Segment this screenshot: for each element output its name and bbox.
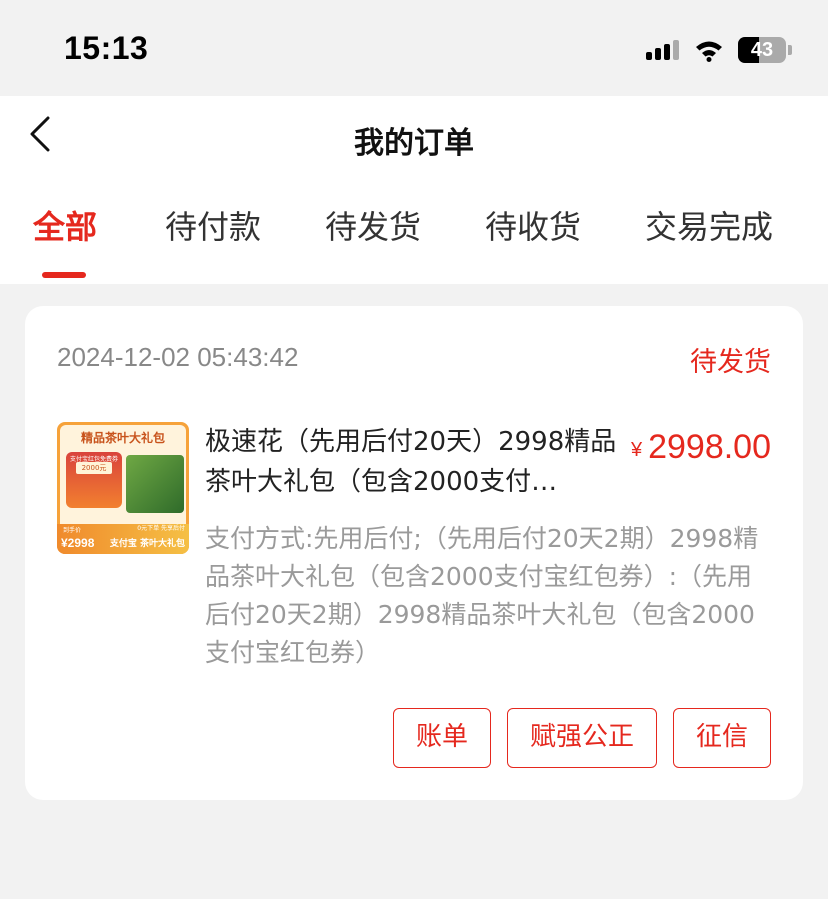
order-actions: 账单 赋强公正 征信 xyxy=(392,708,771,768)
page-title: 我的订单 xyxy=(354,126,474,161)
tab-completed[interactable]: 交易完成 xyxy=(645,202,773,248)
header: 我的订单 全部 待付款 待发货 待收货 交易完成 xyxy=(0,96,828,284)
order-card[interactable]: 2024-12-02 05:43:42 待发货 精品茶叶大礼包 支付宝红包免费券… xyxy=(25,306,803,800)
battery-icon: 43 xyxy=(738,37,786,63)
product-thumbnail[interactable]: 精品茶叶大礼包 支付宝红包免费券 2000元 到手价 ¥2998 0元下单 先享… xyxy=(57,422,189,554)
tea-bag-image xyxy=(126,455,184,513)
tab-pending-payment[interactable]: 待付款 xyxy=(165,202,261,248)
tab-all[interactable]: 全部 xyxy=(33,202,97,248)
product-price: ¥2998.00 xyxy=(631,428,771,467)
status-time: 15:13 xyxy=(64,30,149,66)
thumbnail-caption: 支付宝 茶叶大礼包 xyxy=(109,539,185,549)
thumbnail-panel: 精品茶叶大礼包 支付宝红包免费券 2000元 xyxy=(60,425,186,525)
bill-button[interactable]: 账单 xyxy=(392,708,491,768)
battery-percent: 43 xyxy=(750,39,774,61)
gift-box-amount: 2000元 xyxy=(76,462,112,474)
tab-pending-shipment[interactable]: 待发货 xyxy=(325,202,421,248)
order-status: 待发货 xyxy=(690,347,771,378)
status-icons: 43 xyxy=(646,34,792,66)
order-tabs: 全部 待付款 待发货 待收货 交易完成 xyxy=(0,202,828,262)
signal-icon xyxy=(646,38,680,62)
thumbnail-caption-small: 0元下单 先享后付 xyxy=(137,525,185,532)
order-date: 2024-12-02 05:43:42 xyxy=(57,342,299,372)
battery-cap xyxy=(788,45,792,55)
active-tab-indicator xyxy=(42,272,86,278)
gift-box-image: 支付宝红包免费券 2000元 xyxy=(66,452,122,508)
tab-pending-receipt[interactable]: 待收货 xyxy=(485,202,581,248)
thumbnail-price: ¥2998 xyxy=(61,536,95,550)
price-currency: ¥ xyxy=(630,439,643,461)
wifi-icon xyxy=(696,41,722,62)
thumbnail-price-label: 到手价 xyxy=(63,527,82,534)
credit-report-button[interactable]: 征信 xyxy=(672,708,771,768)
price-amount: 2998.00 xyxy=(648,428,771,466)
status-bar: 15:13 43 xyxy=(0,0,828,96)
product-name[interactable]: 极速花（先用后付20天）2998精品茶叶大礼包（包含2000支付… xyxy=(205,422,625,502)
thumbnail-title: 精品茶叶大礼包 xyxy=(80,431,165,445)
notarization-button[interactable]: 赋强公正 xyxy=(506,708,657,768)
payment-info: 支付方式:先用后付;（先用后付20天2期）2998精品茶叶大礼包（包含2000支… xyxy=(205,524,759,667)
